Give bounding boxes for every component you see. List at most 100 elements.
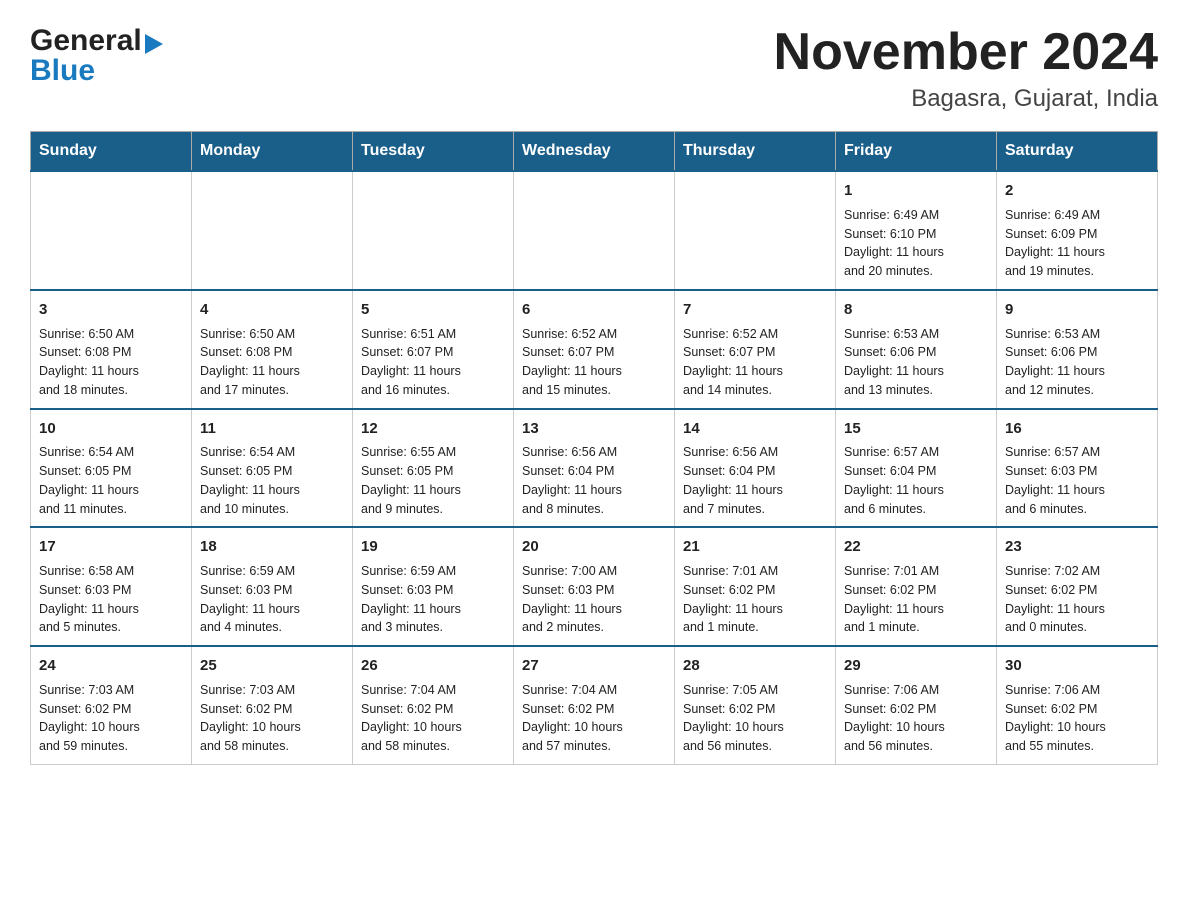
calendar-day-cell: 12Sunrise: 6:55 AM Sunset: 6:05 PM Dayli… — [353, 409, 514, 528]
calendar-day-cell: 22 Sunrise: 7:01 AM Sunset: 6:02 PM Dayli… — [836, 527, 997, 646]
day-info: Sunrise: 7:05 AM Sunset: 6:02 PM Dayligh… — [683, 681, 827, 756]
col-tuesday: Tuesday — [353, 132, 514, 172]
day-number: 19 — [361, 536, 505, 558]
day-info: Sunrise: 7:03 AM Sunset: 6:02 PM Dayligh… — [200, 681, 344, 756]
calendar-day-cell: 13Sunrise: 6:56 AM Sunset: 6:04 PM Dayli… — [514, 409, 675, 528]
col-friday: Friday — [836, 132, 997, 172]
day-number: 10 — [39, 418, 183, 440]
logo-blue-text: Blue — [30, 54, 163, 88]
day-info: Sunrise: 6:59 AM Sunset: 6:03 PM Dayligh… — [361, 562, 505, 637]
day-info: Sunrise: 6:54 AM Sunset: 6:05 PM Dayligh… — [200, 443, 344, 518]
calendar-day-cell: 8Sunrise: 6:53 AM Sunset: 6:06 PM Daylig… — [836, 290, 997, 409]
day-info: Sunrise: 7:06 AM Sunset: 6:02 PM Dayligh… — [844, 681, 988, 756]
day-info: Sunrise: 6:58 AM Sunset: 6:03 PM Dayligh… — [39, 562, 183, 637]
calendar-day-cell — [31, 171, 192, 290]
day-number: 28 — [683, 655, 827, 677]
day-info: Sunrise: 6:56 AM Sunset: 6:04 PM Dayligh… — [683, 443, 827, 518]
logo-general-text: General — [30, 24, 142, 58]
col-saturday: Saturday — [997, 132, 1158, 172]
calendar-week-row: 3 Sunrise: 6:50 AM Sunset: 6:08 PM Daylig… — [31, 290, 1158, 409]
day-number: 2 — [1005, 180, 1149, 202]
calendar-day-cell: 10 Sunrise: 6:54 AM Sunset: 6:05 PM Dayli… — [31, 409, 192, 528]
calendar-day-cell: 6Sunrise: 6:52 AM Sunset: 6:07 PM Daylig… — [514, 290, 675, 409]
day-info: Sunrise: 6:55 AM Sunset: 6:05 PM Dayligh… — [361, 443, 505, 518]
day-info: Sunrise: 6:54 AM Sunset: 6:05 PM Dayligh… — [39, 443, 183, 518]
day-info: Sunrise: 6:49 AM Sunset: 6:10 PM Dayligh… — [844, 206, 988, 281]
col-wednesday: Wednesday — [514, 132, 675, 172]
day-info: Sunrise: 6:52 AM Sunset: 6:07 PM Dayligh… — [683, 325, 827, 400]
day-number: 1 — [844, 180, 988, 202]
col-monday: Monday — [192, 132, 353, 172]
day-number: 7 — [683, 299, 827, 321]
calendar-day-cell: 15 Sunrise: 6:57 AM Sunset: 6:04 PM Dayli… — [836, 409, 997, 528]
calendar-week-row: 10 Sunrise: 6:54 AM Sunset: 6:05 PM Dayli… — [31, 409, 1158, 528]
calendar-day-cell: 5 Sunrise: 6:51 AM Sunset: 6:07 PM Daylig… — [353, 290, 514, 409]
day-info: Sunrise: 6:50 AM Sunset: 6:08 PM Dayligh… — [39, 325, 183, 400]
calendar-title: November 2024 — [774, 24, 1158, 81]
day-info: Sunrise: 6:51 AM Sunset: 6:07 PM Dayligh… — [361, 325, 505, 400]
calendar-day-cell: 18 Sunrise: 6:59 AM Sunset: 6:03 PM Dayli… — [192, 527, 353, 646]
day-info: Sunrise: 7:02 AM Sunset: 6:02 PM Dayligh… — [1005, 562, 1149, 637]
calendar-day-cell: 25 Sunrise: 7:03 AM Sunset: 6:02 PM Dayli… — [192, 646, 353, 764]
day-info: Sunrise: 6:52 AM Sunset: 6:07 PM Dayligh… — [522, 325, 666, 400]
day-number: 20 — [522, 536, 666, 558]
day-info: Sunrise: 7:03 AM Sunset: 6:02 PM Dayligh… — [39, 681, 183, 756]
day-info: Sunrise: 6:49 AM Sunset: 6:09 PM Dayligh… — [1005, 206, 1149, 281]
col-thursday: Thursday — [675, 132, 836, 172]
day-info: Sunrise: 7:04 AM Sunset: 6:02 PM Dayligh… — [361, 681, 505, 756]
day-number: 21 — [683, 536, 827, 558]
day-info: Sunrise: 6:57 AM Sunset: 6:03 PM Dayligh… — [1005, 443, 1149, 518]
day-number: 26 — [361, 655, 505, 677]
day-info: Sunrise: 6:50 AM Sunset: 6:08 PM Dayligh… — [200, 325, 344, 400]
calendar-day-cell: 4Sunrise: 6:50 AM Sunset: 6:08 PM Daylig… — [192, 290, 353, 409]
calendar-week-row: 1 Sunrise: 6:49 AM Sunset: 6:10 PM Daylig… — [31, 171, 1158, 290]
calendar-day-cell: 29 Sunrise: 7:06 AM Sunset: 6:02 PM Dayli… — [836, 646, 997, 764]
day-info: Sunrise: 6:59 AM Sunset: 6:03 PM Dayligh… — [200, 562, 344, 637]
calendar-day-cell: 26 Sunrise: 7:04 AM Sunset: 6:02 PM Dayli… — [353, 646, 514, 764]
day-number: 25 — [200, 655, 344, 677]
day-number: 9 — [1005, 299, 1149, 321]
day-number: 11 — [200, 418, 344, 440]
calendar-week-row: 17 Sunrise: 6:58 AM Sunset: 6:03 PM Dayli… — [31, 527, 1158, 646]
logo: General Blue — [30, 24, 163, 88]
calendar-day-cell: 14 Sunrise: 6:56 AM Sunset: 6:04 PM Dayli… — [675, 409, 836, 528]
day-info: Sunrise: 7:04 AM Sunset: 6:02 PM Dayligh… — [522, 681, 666, 756]
day-info: Sunrise: 7:00 AM Sunset: 6:03 PM Dayligh… — [522, 562, 666, 637]
calendar-day-cell: 27 Sunrise: 7:04 AM Sunset: 6:02 PM Dayli… — [514, 646, 675, 764]
day-info: Sunrise: 6:56 AM Sunset: 6:04 PM Dayligh… — [522, 443, 666, 518]
day-number: 27 — [522, 655, 666, 677]
day-number: 15 — [844, 418, 988, 440]
day-info: Sunrise: 7:06 AM Sunset: 6:02 PM Dayligh… — [1005, 681, 1149, 756]
day-number: 17 — [39, 536, 183, 558]
calendar-day-cell: 3 Sunrise: 6:50 AM Sunset: 6:08 PM Daylig… — [31, 290, 192, 409]
page-header: General Blue November 2024 Bagasra, Guja… — [30, 24, 1158, 113]
day-number: 18 — [200, 536, 344, 558]
day-number: 29 — [844, 655, 988, 677]
calendar-table: Sunday Monday Tuesday Wednesday Thursday… — [30, 131, 1158, 765]
calendar-day-cell: 1 Sunrise: 6:49 AM Sunset: 6:10 PM Daylig… — [836, 171, 997, 290]
calendar-day-cell — [353, 171, 514, 290]
day-number: 5 — [361, 299, 505, 321]
calendar-day-cell — [675, 171, 836, 290]
day-number: 8 — [844, 299, 988, 321]
logo-arrow-icon — [145, 34, 163, 54]
day-number: 3 — [39, 299, 183, 321]
calendar-day-cell: 16Sunrise: 6:57 AM Sunset: 6:03 PM Dayli… — [997, 409, 1158, 528]
day-info: Sunrise: 7:01 AM Sunset: 6:02 PM Dayligh… — [844, 562, 988, 637]
day-number: 14 — [683, 418, 827, 440]
calendar-week-row: 24Sunrise: 7:03 AM Sunset: 6:02 PM Dayli… — [31, 646, 1158, 764]
calendar-day-cell: 7 Sunrise: 6:52 AM Sunset: 6:07 PM Daylig… — [675, 290, 836, 409]
day-info: Sunrise: 6:57 AM Sunset: 6:04 PM Dayligh… — [844, 443, 988, 518]
day-info: Sunrise: 7:01 AM Sunset: 6:02 PM Dayligh… — [683, 562, 827, 637]
calendar-day-cell: 21 Sunrise: 7:01 AM Sunset: 6:02 PM Dayli… — [675, 527, 836, 646]
calendar-day-cell: 11 Sunrise: 6:54 AM Sunset: 6:05 PM Dayli… — [192, 409, 353, 528]
calendar-day-cell: 23Sunrise: 7:02 AM Sunset: 6:02 PM Dayli… — [997, 527, 1158, 646]
calendar-header-row: Sunday Monday Tuesday Wednesday Thursday… — [31, 132, 1158, 172]
day-info: Sunrise: 6:53 AM Sunset: 6:06 PM Dayligh… — [1005, 325, 1149, 400]
calendar-day-cell: 20 Sunrise: 7:00 AM Sunset: 6:03 PM Dayli… — [514, 527, 675, 646]
title-area: November 2024 Bagasra, Gujarat, India — [774, 24, 1158, 113]
calendar-day-cell — [192, 171, 353, 290]
calendar-day-cell — [514, 171, 675, 290]
day-number: 22 — [844, 536, 988, 558]
calendar-day-cell: 24Sunrise: 7:03 AM Sunset: 6:02 PM Dayli… — [31, 646, 192, 764]
